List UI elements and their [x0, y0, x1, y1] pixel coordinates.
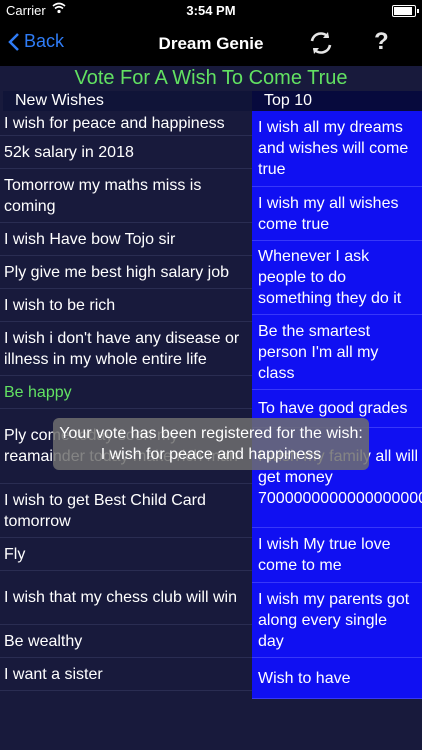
- list-item[interactable]: 52k salary in 2018: [0, 136, 252, 169]
- list-item[interactable]: Fly: [0, 538, 252, 571]
- list-item[interactable]: I wish to get Best Child Card tomorrow: [0, 484, 252, 538]
- top-10-list[interactable]: I wish all my dreams and wishes will com…: [252, 111, 422, 699]
- nav-bar: Back Dream Genie ?: [0, 22, 422, 66]
- help-button[interactable]: ?: [374, 28, 389, 56]
- list-item[interactable]: I wish i don't have any disease or illne…: [0, 322, 252, 376]
- list-item[interactable]: I wish that my chess club will win: [0, 571, 252, 625]
- vote-toast: Your vote has been registered for the wi…: [53, 418, 369, 470]
- new-wishes-header: New Wishes: [3, 91, 252, 111]
- status-bar: Carrier 3:54 PM: [0, 0, 422, 22]
- vote-subtitle: Vote For A Wish To Come True: [74, 67, 348, 89]
- list-item[interactable]: I wish My true love come to me: [252, 528, 422, 583]
- top-10-header: Top 10: [252, 91, 422, 111]
- page-title: Dream Genie: [158, 34, 264, 53]
- list-item[interactable]: I wish my all wishes come true: [252, 187, 422, 241]
- battery-icon: [392, 5, 419, 17]
- list-item[interactable]: Be happy: [0, 376, 252, 409]
- new-wishes-header-label: New Wishes: [15, 92, 104, 109]
- list-item[interactable]: I wish for peace and happiness: [0, 111, 252, 136]
- list-item[interactable]: Wish to have: [252, 658, 422, 699]
- refresh-button[interactable]: [307, 29, 335, 62]
- list-item[interactable]: I want a sister: [0, 658, 252, 691]
- list-item[interactable]: I wish Have bow Tojo sir: [0, 223, 252, 256]
- status-time: 3:54 PM: [186, 3, 236, 18]
- list-item[interactable]: I wish my parents got along every single…: [252, 583, 422, 658]
- list-item[interactable]: Whenever I ask people to do something th…: [252, 241, 422, 315]
- new-wishes-list[interactable]: I wish for peace and happiness 52k salar…: [0, 111, 252, 699]
- list-item[interactable]: Ply give me best high salary job: [0, 256, 252, 289]
- list-item[interactable]: I wish to be rich: [0, 289, 252, 322]
- refresh-icon: [310, 32, 332, 54]
- list-item[interactable]: Tomorrow my maths miss is coming: [0, 169, 252, 223]
- list-item[interactable]: I wish all my dreams and wishes will com…: [252, 111, 422, 187]
- battery-level: [394, 7, 412, 15]
- top-10-header-label: Top 10: [264, 92, 313, 109]
- list-item[interactable]: Be the smartest person I'm all my class: [252, 315, 422, 390]
- list-item[interactable]: Be wealthy: [0, 625, 252, 658]
